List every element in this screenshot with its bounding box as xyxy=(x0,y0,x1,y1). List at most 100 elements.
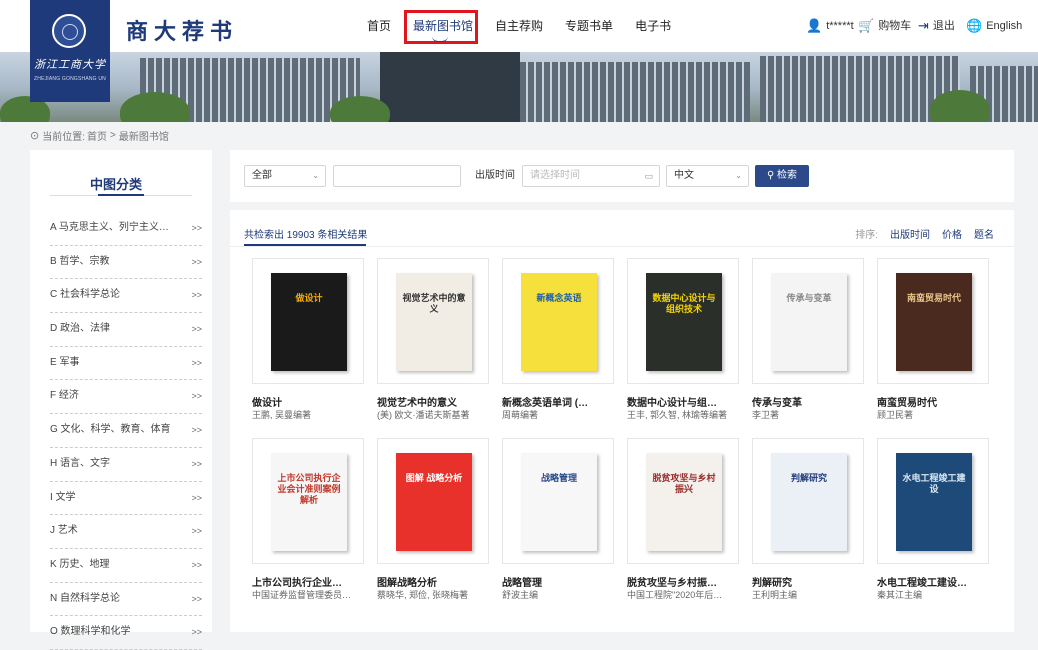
book-cover-frame[interactable]: 水电工程竣工建设 xyxy=(877,438,989,564)
book-cover-image: 传承与变革 xyxy=(771,273,847,371)
university-logo[interactable]: 浙江工商大学 ZHEJIANG GONGSHANG UNIVERSITY xyxy=(30,0,110,102)
sidebar-category-label: H 语言、文字 xyxy=(50,457,110,469)
user-account[interactable]: 👤 t*****t xyxy=(806,0,854,52)
nav-topics[interactable]: 专题书单 xyxy=(554,0,624,52)
nav-ebooks[interactable]: 电子书 xyxy=(624,0,682,52)
book-title[interactable]: 新概念英语单词 (… xyxy=(502,394,614,409)
book-title[interactable]: 南蛮贸易时代 xyxy=(877,394,989,409)
book-cover-frame[interactable]: 数据中心设计与组织技术 xyxy=(627,258,739,384)
breadcrumb: ⊙ 当前位置: 首页 > 最新图书馆 xyxy=(30,128,169,143)
book-title[interactable]: 做设计 xyxy=(252,394,364,409)
date-picker[interactable]: 请选择时间 ▭ xyxy=(522,165,660,187)
date-label: 出版时间 xyxy=(475,170,515,181)
book-title[interactable]: 脱贫攻坚与乡村振… xyxy=(627,574,739,589)
nav-recommend[interactable]: 自主荐购 xyxy=(484,0,554,52)
logout-link[interactable]: ⇥ 退出 xyxy=(918,0,955,52)
keyword-input[interactable] xyxy=(333,165,461,187)
book-cover-text: 新概念英语 xyxy=(536,293,582,303)
book-cover-frame[interactable]: 视觉艺术中的意义 xyxy=(377,258,489,384)
book-author: 顾卫民著 xyxy=(877,410,914,420)
search-button[interactable]: ⚲ 检索 xyxy=(755,165,809,187)
sort-by-date[interactable]: 出版时间 xyxy=(890,226,930,241)
double-arrow-icon: >> xyxy=(191,256,202,267)
book-author: 李卫著 xyxy=(752,410,780,420)
book-cover-image: 视觉艺术中的意义 xyxy=(396,273,472,371)
book-cover-frame[interactable]: 判解研究 xyxy=(752,438,864,564)
calendar-icon: ▭ xyxy=(644,171,653,181)
sidebar-category-item[interactable]: I 文学 >> xyxy=(50,482,202,516)
breadcrumb-home[interactable]: 首页 xyxy=(87,128,107,143)
book-title[interactable]: 判解研究 xyxy=(752,574,864,589)
sort-by-title[interactable]: 题名 xyxy=(974,226,994,241)
book-cover-frame[interactable]: 脱贫攻坚与乡村振兴 xyxy=(627,438,739,564)
book-title[interactable]: 视觉艺术中的意义 xyxy=(377,394,489,409)
search-icon: ⚲ xyxy=(766,170,775,181)
nav-new-books[interactable]: 最新图书馆 xyxy=(402,0,484,52)
chevron-down-icon: ⌄ xyxy=(735,171,742,180)
logo-subtitle: ZHEJIANG GONGSHANG UNIVERSITY xyxy=(34,76,106,82)
logout-icon: ⇥ xyxy=(918,18,929,33)
nav-home[interactable]: 首页 xyxy=(356,0,402,52)
book-title[interactable]: 水电工程竣工建设… xyxy=(877,574,989,589)
book-author: 中国证券监督管理委员… xyxy=(252,590,352,600)
sidebar-category-item[interactable]: A 马克思主义、列宁主义、… >> xyxy=(50,212,202,246)
book-title[interactable]: 上市公司执行企业… xyxy=(252,574,364,589)
language-select[interactable]: 中文 ⌄ xyxy=(666,165,749,187)
double-arrow-icon: >> xyxy=(191,290,202,301)
book-title[interactable]: 战略管理 xyxy=(502,574,614,589)
location-pin-icon: ⊙ xyxy=(30,130,40,142)
double-arrow-icon: >> xyxy=(191,593,202,604)
book-cover-frame[interactable]: 南蛮贸易时代 xyxy=(877,258,989,384)
book-author: 王丰, 郭久智, 林瑜等编著 xyxy=(627,410,728,420)
tree-image xyxy=(930,90,990,122)
sidebar-category-label: G 文化、科学、教育、体育 xyxy=(50,424,171,436)
book-cover-frame[interactable]: 上市公司执行企业会计准则案例解析 xyxy=(252,438,364,564)
sidebar-category-label: N 自然科学总论 xyxy=(50,592,120,604)
sidebar-category-label: I 文学 xyxy=(50,491,76,503)
breadcrumb-current: 最新图书馆 xyxy=(118,132,169,143)
book-cover-frame[interactable]: 做设计 xyxy=(252,258,364,384)
book-author: 蔡晓华, 郑俭, 张晓梅著 xyxy=(377,590,469,600)
book-title[interactable]: 数据中心设计与组… xyxy=(627,394,739,409)
book-cover-image: 上市公司执行企业会计准则案例解析 xyxy=(271,453,347,551)
sidebar-category-label: E 军事 xyxy=(50,356,80,368)
sort-by-price[interactable]: 价格 xyxy=(942,226,962,241)
sidebar-category-item[interactable]: J 艺术 >> xyxy=(50,515,202,549)
sidebar-category-item[interactable]: H 语言、文字 >> xyxy=(50,448,202,482)
sidebar-category-item[interactable]: O 数理科学和化学 >> xyxy=(50,616,202,650)
book-cover-text: 视觉艺术中的意义 xyxy=(402,293,466,314)
book-cover-text: 判解研究 xyxy=(790,473,827,483)
sidebar-category-item[interactable]: N 自然科学总论 >> xyxy=(50,583,202,617)
book-title[interactable]: 传承与变革 xyxy=(752,394,864,409)
brand-title[interactable]: 商大荐书 xyxy=(126,14,238,46)
scope-value: 全部 xyxy=(252,170,272,181)
book-cover-frame[interactable]: 传承与变革 xyxy=(752,258,864,384)
sort-label: 排序: xyxy=(855,230,878,241)
results-panel: 共检索出 19903 条相关结果 排序: 出版时间 价格 题名 做设计 做设计 王鹏… xyxy=(230,210,1014,632)
cart-link[interactable]: 🛒 购物车 xyxy=(858,0,911,52)
top-navbar: 商大荐书 首页 最新图书馆 自主荐购 专题书单 电子书 👤 t*****t 🛒 … xyxy=(0,0,1038,52)
book-cover-frame[interactable]: 新概念英语 xyxy=(502,258,614,384)
globe-icon: 🌐 xyxy=(966,18,983,33)
double-arrow-icon: >> xyxy=(191,223,202,233)
sidebar-category-item[interactable]: E 军事 >> xyxy=(50,347,202,381)
sidebar-category-item[interactable]: B 哲学、宗教 >> xyxy=(50,246,202,280)
book-cover-frame[interactable]: 战略管理 xyxy=(502,438,614,564)
sidebar-category-item[interactable]: K 历史、地理 >> xyxy=(50,549,202,583)
sidebar-category-item[interactable]: G 文化、科学、教育、体育 >> xyxy=(50,414,202,448)
book-title[interactable]: 图解战略分析 xyxy=(377,574,489,589)
scope-select[interactable]: 全部 ⌄ xyxy=(244,165,326,187)
book-cover-frame[interactable]: 图解 战略分析 xyxy=(377,438,489,564)
book-cover-text: 南蛮贸易时代 xyxy=(906,293,961,303)
sidebar-category-item[interactable]: C 社会科学总论 >> xyxy=(50,279,202,314)
book-author: 王鹏, 吴曼编著 xyxy=(252,410,312,420)
sidebar-title: 中图分类 xyxy=(90,177,143,192)
sidebar-category-item[interactable]: D 政治、法律 >> xyxy=(50,313,202,347)
language-switch[interactable]: 🌐 English xyxy=(966,0,1022,52)
book-cover-image: 新概念英语 xyxy=(521,273,597,371)
sidebar-category-item[interactable]: F 经济 >> xyxy=(50,380,202,415)
sort-options: 排序: 出版时间 价格 题名 xyxy=(855,226,994,241)
book-cover-image: 南蛮贸易时代 xyxy=(896,273,972,371)
search-button-label: 检索 xyxy=(777,170,798,181)
double-arrow-icon: >> xyxy=(191,391,202,402)
